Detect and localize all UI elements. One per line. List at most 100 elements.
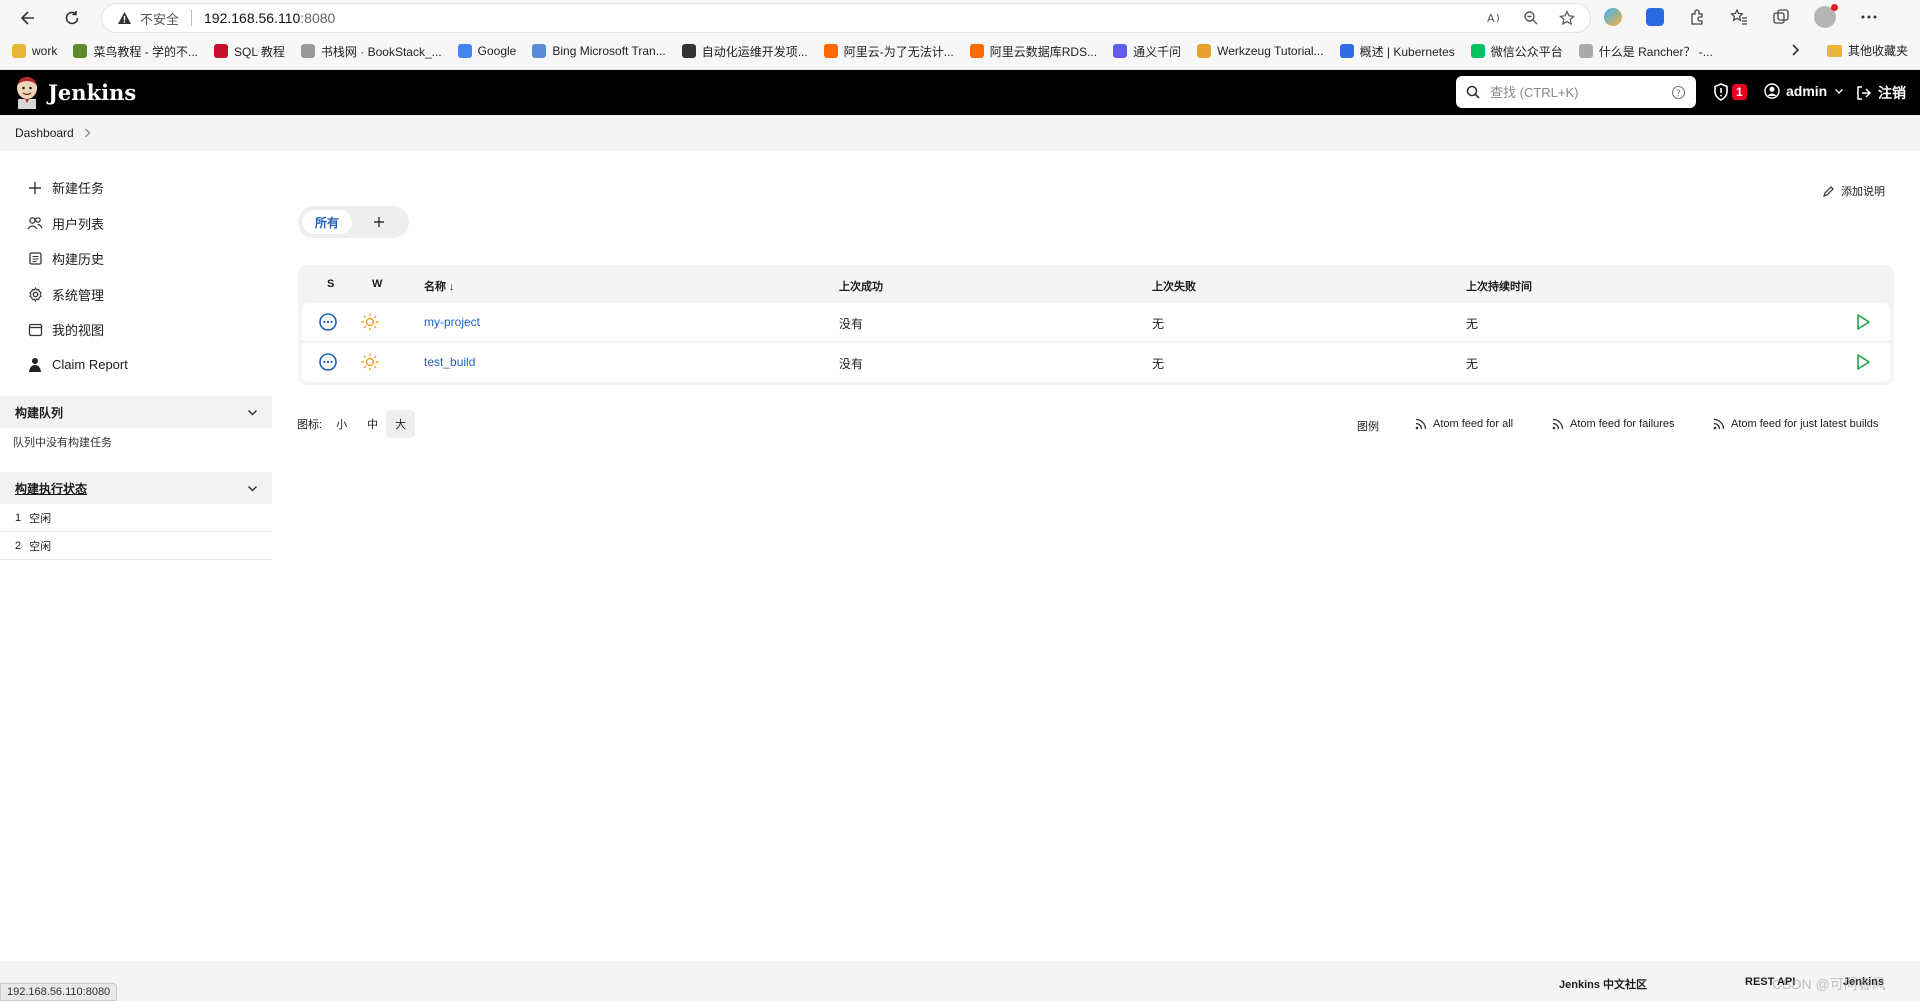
bookmark-favicon-icon — [969, 44, 984, 58]
col-header-last-duration[interactable]: 上次持续时间 — [1466, 278, 1532, 294]
extension-1-icon[interactable] — [1604, 8, 1622, 26]
bookmark-item[interactable]: 什么是 Rancher？ -... — [1578, 43, 1713, 60]
col-header-last-success[interactable]: 上次成功 — [839, 278, 883, 294]
sunny-weather-icon[interactable] — [360, 352, 380, 372]
back-button[interactable] — [14, 4, 42, 32]
bookmark-item[interactable]: work — [12, 44, 57, 58]
logout-link[interactable]: 注销 — [1856, 83, 1906, 103]
puzzle-extensions-icon[interactable] — [1688, 8, 1706, 26]
shield-icon — [1714, 83, 1728, 101]
bookmark-item[interactable]: Bing Microsoft Tran... — [532, 44, 666, 58]
bookmark-item[interactable]: 微信公众平台 — [1470, 43, 1563, 60]
icon-size-large[interactable]: 大 — [386, 410, 416, 438]
last-failure-cell: 无 — [1152, 317, 1165, 331]
add-description-link[interactable]: 添加说明 — [1822, 183, 1885, 199]
sidebar-item-6[interactable]: Claim Report — [26, 356, 128, 374]
status-not-built-icon[interactable] — [318, 352, 338, 372]
security-alerts[interactable]: 1 — [1713, 83, 1747, 101]
col-header-last-failure[interactable]: 上次失败 — [1152, 278, 1196, 294]
url-text[interactable]: 192.168.56.110:8080 — [204, 10, 335, 26]
build-now-play-icon[interactable] — [1854, 352, 1872, 372]
executors-header[interactable]: 构建执行状态 — [0, 472, 272, 504]
reload-icon — [65, 11, 79, 25]
collections-icon[interactable] — [1772, 8, 1790, 26]
address-bar[interactable]: 不安全 192.168.56.110:8080 A — [101, 3, 1591, 33]
bookmark-item[interactable]: Werkzeug Tutorial... — [1197, 44, 1324, 58]
bookmark-item[interactable]: 通义千问 — [1113, 43, 1181, 60]
collapse-chevron-icon[interactable] — [247, 483, 258, 494]
icon-size-medium[interactable]: 中 — [367, 416, 378, 432]
sidebar-item-1[interactable]: 新建任务 — [26, 178, 104, 197]
bookmark-favicon-icon — [12, 44, 26, 58]
bookmark-item[interactable]: 概述 | Kubernetes — [1339, 43, 1455, 60]
footer-community-link[interactable]: Jenkins 中文社区 — [1559, 976, 1647, 992]
address-divider — [191, 10, 193, 26]
feed-latest-link[interactable]: Atom feed for just latest builds — [1713, 418, 1878, 430]
bookmarks-overflow-chevron-icon[interactable] — [1790, 44, 1800, 56]
bookmark-label: 阿里云数据库RDS... — [989, 44, 1098, 59]
executors-title[interactable]: 构建执行状态 — [15, 480, 87, 497]
feed-latest-label: Atom feed for just latest builds — [1731, 418, 1879, 430]
bookmark-item[interactable]: 菜鸟教程 - 学的不... — [73, 43, 198, 60]
bookmark-item[interactable]: 书栈网 · BookStack_... — [300, 43, 442, 60]
user-menu[interactable]: admin — [1764, 83, 1844, 99]
sunny-weather-icon[interactable] — [360, 312, 380, 332]
more-menu-icon[interactable] — [1860, 8, 1878, 26]
breadcrumb-dashboard[interactable]: Dashboard — [15, 126, 74, 140]
tab-all[interactable]: 所有 — [302, 210, 352, 234]
projects-table: S W 名称 ↓ 上次成功 上次失败 上次持续时间 my-project 没有无无… — [298, 265, 1894, 385]
other-bookmarks-folder[interactable]: 其他收藏夹 — [1827, 42, 1908, 59]
last-failure-cell: 无 — [1152, 357, 1165, 371]
feed-all-link[interactable]: Atom feed for all — [1415, 418, 1513, 430]
bookmark-label: work — [32, 44, 58, 58]
sidebar-item-2[interactable]: 用户列表 — [26, 214, 104, 233]
warning-icon[interactable] — [117, 11, 132, 25]
bookmark-favicon-icon — [823, 44, 838, 58]
feed-failures-label: Atom feed for failures — [1570, 418, 1675, 430]
sidebar-item-4[interactable]: 系统管理 — [26, 285, 104, 304]
col-header-status[interactable]: S — [327, 278, 334, 290]
profile-avatar[interactable] — [1814, 4, 1838, 28]
bookmark-favicon-icon — [214, 44, 229, 58]
bookmark-favicon-icon — [681, 44, 696, 58]
search-input[interactable] — [1490, 84, 1660, 100]
add-view-button[interactable] — [368, 211, 390, 233]
build-now-play-icon[interactable] — [1854, 312, 1872, 332]
bookmark-item[interactable]: Google — [457, 44, 516, 58]
breadcrumb-chevron-icon[interactable] — [84, 128, 91, 138]
reload-button[interactable] — [58, 4, 86, 32]
col-header-weather[interactable]: W — [372, 278, 382, 290]
breadcrumb: Dashboard — [0, 115, 1920, 151]
sidebar-item-5[interactable]: 我的视图 — [26, 320, 104, 339]
jenkins-home-link[interactable]: Jenkins — [14, 75, 136, 109]
favorite-star-icon[interactable] — [1559, 10, 1576, 26]
jenkins-header: Jenkins ? 1 admin 注销 — [0, 70, 1920, 115]
browser-status-bar: 192.168.56.110:8080 — [0, 983, 118, 1001]
bookmark-item[interactable]: 阿里云数据库RDS... — [969, 43, 1098, 60]
extension-2-icon[interactable] — [1646, 8, 1664, 26]
build-queue-header[interactable]: 构建队列 — [0, 396, 272, 428]
bookmark-favicon-icon — [1578, 44, 1593, 58]
bookmark-item[interactable]: SQL 教程 — [214, 43, 285, 60]
status-not-built-icon[interactable] — [318, 312, 338, 332]
url-port: :8080 — [300, 10, 336, 26]
bookmark-item[interactable]: 阿里云-为了无法计... — [823, 43, 954, 60]
zoom-icon[interactable] — [1523, 10, 1539, 26]
feed-failures-link[interactable]: Atom feed for failures — [1552, 418, 1675, 430]
svg-text:?: ? — [1676, 89, 1681, 99]
sidebar-item-3[interactable]: 构建历史 — [26, 249, 104, 268]
icon-size-small[interactable]: 小 — [336, 416, 347, 432]
collapse-chevron-icon[interactable] — [247, 407, 258, 418]
col-header-name[interactable]: 名称 ↓ — [424, 278, 455, 294]
legend-link[interactable]: 图例 — [1357, 418, 1379, 434]
last-success-cell: 没有 — [839, 317, 864, 331]
search-box[interactable]: ? — [1456, 76, 1696, 108]
bookmark-item[interactable]: 自动化运维开发项... — [681, 43, 808, 60]
help-icon[interactable]: ? — [1671, 85, 1686, 100]
bookmark-favicon-icon — [1113, 44, 1128, 58]
security-label[interactable]: 不安全 — [140, 9, 179, 28]
project-name-link[interactable]: my-project — [424, 315, 480, 329]
read-aloud-icon[interactable]: A — [1487, 10, 1503, 26]
project-name-link[interactable]: test_build — [424, 355, 475, 369]
favorites-icon[interactable] — [1730, 8, 1748, 26]
